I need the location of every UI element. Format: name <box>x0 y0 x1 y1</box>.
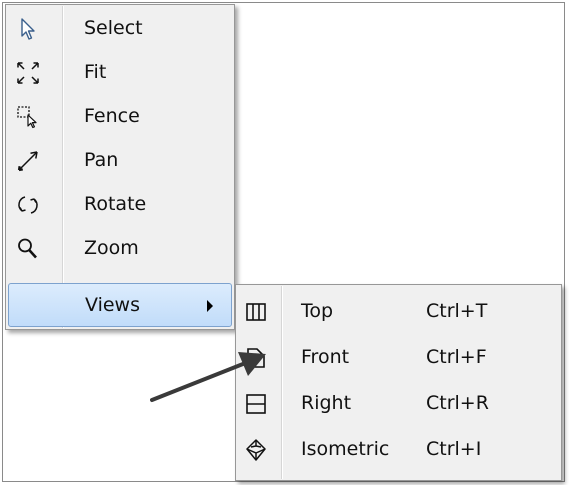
menu-item-rotate[interactable]: Rotate <box>8 183 232 227</box>
magnifier-icon <box>16 237 40 261</box>
menu-item-shortcut: Ctrl+R <box>426 392 489 414</box>
menu-item-label: Right <box>301 392 352 414</box>
menu-item-label: Isometric <box>301 438 390 460</box>
pan-diagonal-icon <box>16 149 40 173</box>
menu-item-shortcut: Ctrl+I <box>426 438 482 460</box>
top-view-icon <box>244 300 268 324</box>
menu-item-isometric[interactable]: Isometric Ctrl+I <box>238 428 559 472</box>
menu-item-zoom[interactable]: Zoom <box>8 227 232 271</box>
menu-item-fit[interactable]: Fit <box>8 51 232 95</box>
menu-item-label: Pan <box>84 149 119 171</box>
menu-item-select[interactable]: Select <box>8 7 232 51</box>
menu-item-right[interactable]: Right Ctrl+R <box>238 382 559 426</box>
menu-item-label: Views <box>85 294 140 316</box>
menu-item-fence[interactable]: Fence <box>8 95 232 139</box>
menu-item-shortcut: Ctrl+T <box>426 300 488 322</box>
menu-item-shortcut: Ctrl+F <box>426 346 487 368</box>
menu-item-pan[interactable]: Pan <box>8 139 232 183</box>
annotation-arrow <box>150 352 266 402</box>
menu-item-top[interactable]: Top Ctrl+T <box>238 290 559 334</box>
menu-item-front[interactable]: Front Ctrl+F <box>238 336 559 380</box>
menu-item-label: Front <box>301 346 350 368</box>
cursor-arrow-icon <box>16 17 40 41</box>
context-menu: Select Fit Fence Pan Rotate Zoom Views <box>5 4 235 330</box>
menu-item-label: Top <box>301 300 334 322</box>
rotate-icon <box>16 193 40 217</box>
fit-expand-icon <box>16 61 40 85</box>
menu-item-views[interactable]: Views <box>8 283 232 327</box>
views-submenu: Top Ctrl+T Front Ctrl+F Right Ctrl+R Iso… <box>235 284 562 481</box>
menu-item-label: Rotate <box>84 193 147 215</box>
menu-item-label: Fence <box>84 105 140 127</box>
isometric-view-icon <box>244 438 268 462</box>
fence-select-icon <box>16 105 40 129</box>
menu-item-label: Zoom <box>84 237 139 259</box>
menu-item-label: Select <box>84 17 143 39</box>
submenu-arrow-icon <box>207 300 213 312</box>
menu-item-label: Fit <box>84 61 107 83</box>
